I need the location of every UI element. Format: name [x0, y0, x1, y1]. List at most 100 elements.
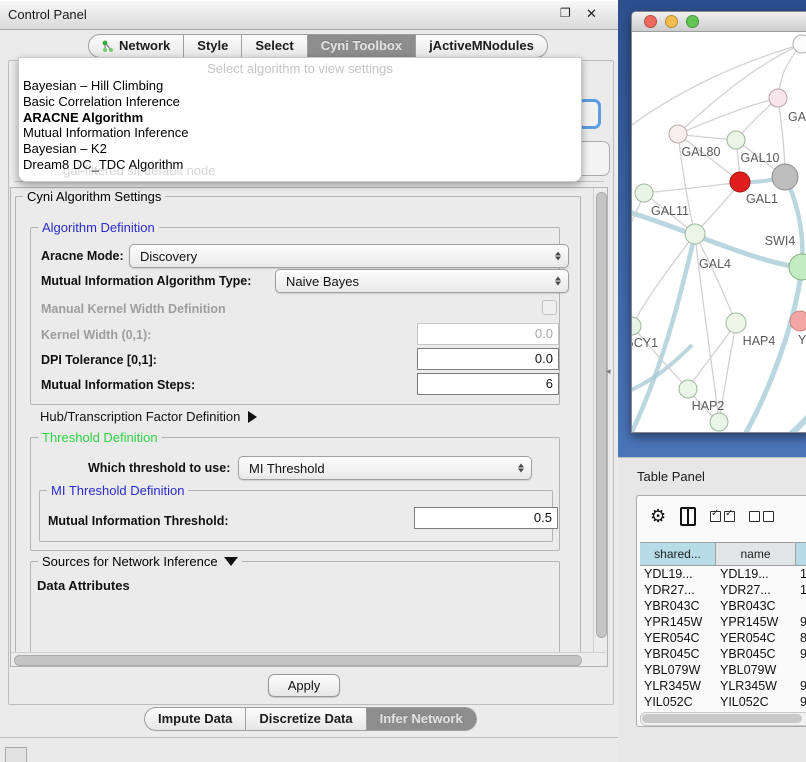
- manual-kernel-width-label: Manual Kernel Width Definition: [41, 302, 226, 316]
- dpi-tolerance-input[interactable]: 0.0: [417, 348, 559, 370]
- underlying-network-combo-text: gal-filtered sif default node: [63, 163, 215, 178]
- network-node[interactable]: [632, 317, 641, 335]
- network-edge[interactable]: [785, 177, 802, 267]
- network-node-label: GCY1: [632, 336, 658, 350]
- dock-panel-button[interactable]: [5, 747, 27, 762]
- table-panel-title: Table Panel: [637, 469, 705, 484]
- deselect-all-checkboxes-icon[interactable]: [749, 511, 774, 522]
- network-edge[interactable]: [644, 182, 740, 193]
- mi-threshold-input[interactable]: 0.5: [414, 507, 558, 529]
- network-node[interactable]: [790, 311, 806, 331]
- network-node[interactable]: [769, 89, 787, 107]
- network-node-label: GAL11: [651, 204, 689, 218]
- algorithm-option[interactable]: ARACNE Algorithm: [23, 110, 573, 126]
- column-header[interactable]: shared...: [640, 543, 716, 565]
- table-row[interactable]: YPR145WYPR145W9.: [640, 614, 806, 630]
- table-cell: 9.: [796, 614, 806, 630]
- kernel-width-input[interactable]: 0.0: [417, 323, 559, 345]
- splitter-collapse-icon[interactable]: ◂: [606, 366, 611, 377]
- tab-jactivemnodules[interactable]: jActiveMNodules: [416, 34, 548, 58]
- which-threshold-select[interactable]: MI Threshold: [238, 456, 532, 480]
- table-row[interactable]: YDL19...YDL19...13: [640, 566, 806, 582]
- table-cell: 12: [796, 582, 806, 598]
- close-panel-icon[interactable]: ✕: [586, 6, 597, 22]
- network-node[interactable]: [727, 131, 745, 149]
- select-all-checkboxes-icon[interactable]: [710, 511, 735, 522]
- network-node[interactable]: [635, 184, 653, 202]
- tab-style[interactable]: Style: [184, 34, 242, 58]
- network-graph-canvas[interactable]: GALGAL80GAL10GAL1GAL11GAL4SWI4GCY1HAP4YH…: [632, 32, 806, 432]
- cyni-algorithm-settings-group: Cyni Algorithm Settings Algorithm Defini…: [15, 196, 581, 664]
- table-card: ⚙ shared...nameYDL19...YDL19...13YDR27..…: [636, 495, 806, 727]
- aracne-mode-select[interactable]: Discovery: [129, 244, 569, 268]
- zoom-window-icon[interactable]: [686, 15, 699, 28]
- minimize-window-icon[interactable]: [665, 15, 678, 28]
- table-row[interactable]: YDR27...YDR27...12: [640, 582, 806, 598]
- tab-network[interactable]: Network: [88, 34, 184, 58]
- settings-vertical-scrollbar[interactable]: [593, 188, 607, 652]
- table-row[interactable]: YLR345WYLR345W9.: [640, 678, 806, 694]
- network-node[interactable]: [669, 125, 687, 143]
- mi-steps-input[interactable]: 6: [417, 373, 559, 395]
- network-node[interactable]: [772, 164, 798, 190]
- network-view-window[interactable]: GALGAL80GAL10GAL1GAL11GAL4SWI4GCY1HAP4YH…: [631, 11, 806, 433]
- control-panel-titlebar[interactable]: Control Panel ❐ ✕: [0, 0, 620, 30]
- network-node[interactable]: [730, 172, 750, 192]
- apply-button[interactable]: Apply: [268, 674, 340, 697]
- network-edge[interactable]: [688, 323, 736, 389]
- tab-cyni-toolbox[interactable]: Cyni Toolbox: [308, 34, 416, 58]
- tab-label: jActiveMNodules: [429, 35, 534, 57]
- network-edge[interactable]: [678, 44, 802, 134]
- table-cell: [796, 662, 806, 678]
- manual-kernel-width-checkbox[interactable]: [542, 300, 557, 315]
- float-panel-icon[interactable]: ❐: [560, 6, 571, 20]
- algorithm-option[interactable]: Mutual Information Inference: [23, 125, 573, 141]
- network-node[interactable]: [685, 224, 705, 244]
- network-window-titlebar[interactable]: [632, 12, 806, 32]
- algorithm-definition-title: Algorithm Definition: [38, 220, 159, 235]
- table-cell: YER054C: [716, 630, 796, 646]
- hub-definition-expander[interactable]: Hub/Transcription Factor Definition: [40, 409, 257, 424]
- control-panel-tabs: NetworkStyleSelectCyni Toolbox jActiveMNo…: [88, 34, 548, 58]
- mi-algorithm-type-select[interactable]: Naive Bayes: [275, 269, 569, 293]
- network-node[interactable]: [726, 313, 746, 333]
- network-edge[interactable]: [727, 267, 802, 432]
- node-table[interactable]: shared...nameYDL19...YDL19...13YDR27...Y…: [640, 542, 806, 710]
- table-cell: [796, 598, 806, 614]
- network-edge[interactable]: [678, 98, 778, 134]
- network-node[interactable]: [710, 413, 728, 431]
- table-cell: YBL079W: [716, 662, 796, 678]
- table-row[interactable]: YER054CYER054C8.: [640, 630, 806, 646]
- network-edge[interactable]: [752, 410, 806, 432]
- table-row[interactable]: YIL052CYIL052C9: [640, 694, 806, 710]
- table-cell: 9.: [796, 678, 806, 694]
- table-row[interactable]: YBR043CYBR043C: [640, 598, 806, 614]
- algorithm-option[interactable]: Basic Correlation Inference: [23, 94, 573, 110]
- dpi-tolerance-label: DPI Tolerance [0,1]:: [41, 353, 157, 367]
- close-window-icon[interactable]: [644, 15, 657, 28]
- settings-scrollpane: Cyni Algorithm Settings Algorithm Defini…: [10, 187, 608, 667]
- algorithm-option[interactable]: Bayesian – Hill Climbing: [23, 78, 573, 94]
- gear-icon[interactable]: ⚙: [650, 507, 666, 525]
- tab-discretize-data[interactable]: Discretize Data: [246, 707, 366, 731]
- tab-select[interactable]: Select: [242, 34, 307, 58]
- mi-threshold-group: MI Threshold Definition Mutual Informati…: [39, 490, 553, 542]
- column-header[interactable]: [796, 543, 806, 565]
- table-horizontal-scrollbar[interactable]: [640, 712, 806, 726]
- network-node[interactable]: [679, 380, 697, 398]
- network-node[interactable]: [789, 254, 806, 280]
- network-node-label: Y: [798, 333, 806, 347]
- table-row[interactable]: YBL079WYBL079W: [640, 662, 806, 678]
- settings-horizontal-scrollbar[interactable]: [11, 652, 606, 666]
- tab-impute-data[interactable]: Impute Data: [144, 707, 246, 731]
- network-edge[interactable]: [632, 234, 695, 432]
- table-cell: YBR043C: [640, 598, 716, 614]
- network-node[interactable]: [793, 35, 806, 53]
- columns-icon[interactable]: [680, 507, 696, 526]
- table-row[interactable]: YBR045CYBR045C9.: [640, 646, 806, 662]
- column-header[interactable]: name: [716, 543, 796, 565]
- table-cell: 8.: [796, 630, 806, 646]
- sources-expander[interactable]: Sources for Network Inference: [38, 554, 242, 569]
- algorithm-option[interactable]: Bayesian – K2: [23, 141, 573, 157]
- tab-infer-network[interactable]: Infer Network: [367, 707, 477, 731]
